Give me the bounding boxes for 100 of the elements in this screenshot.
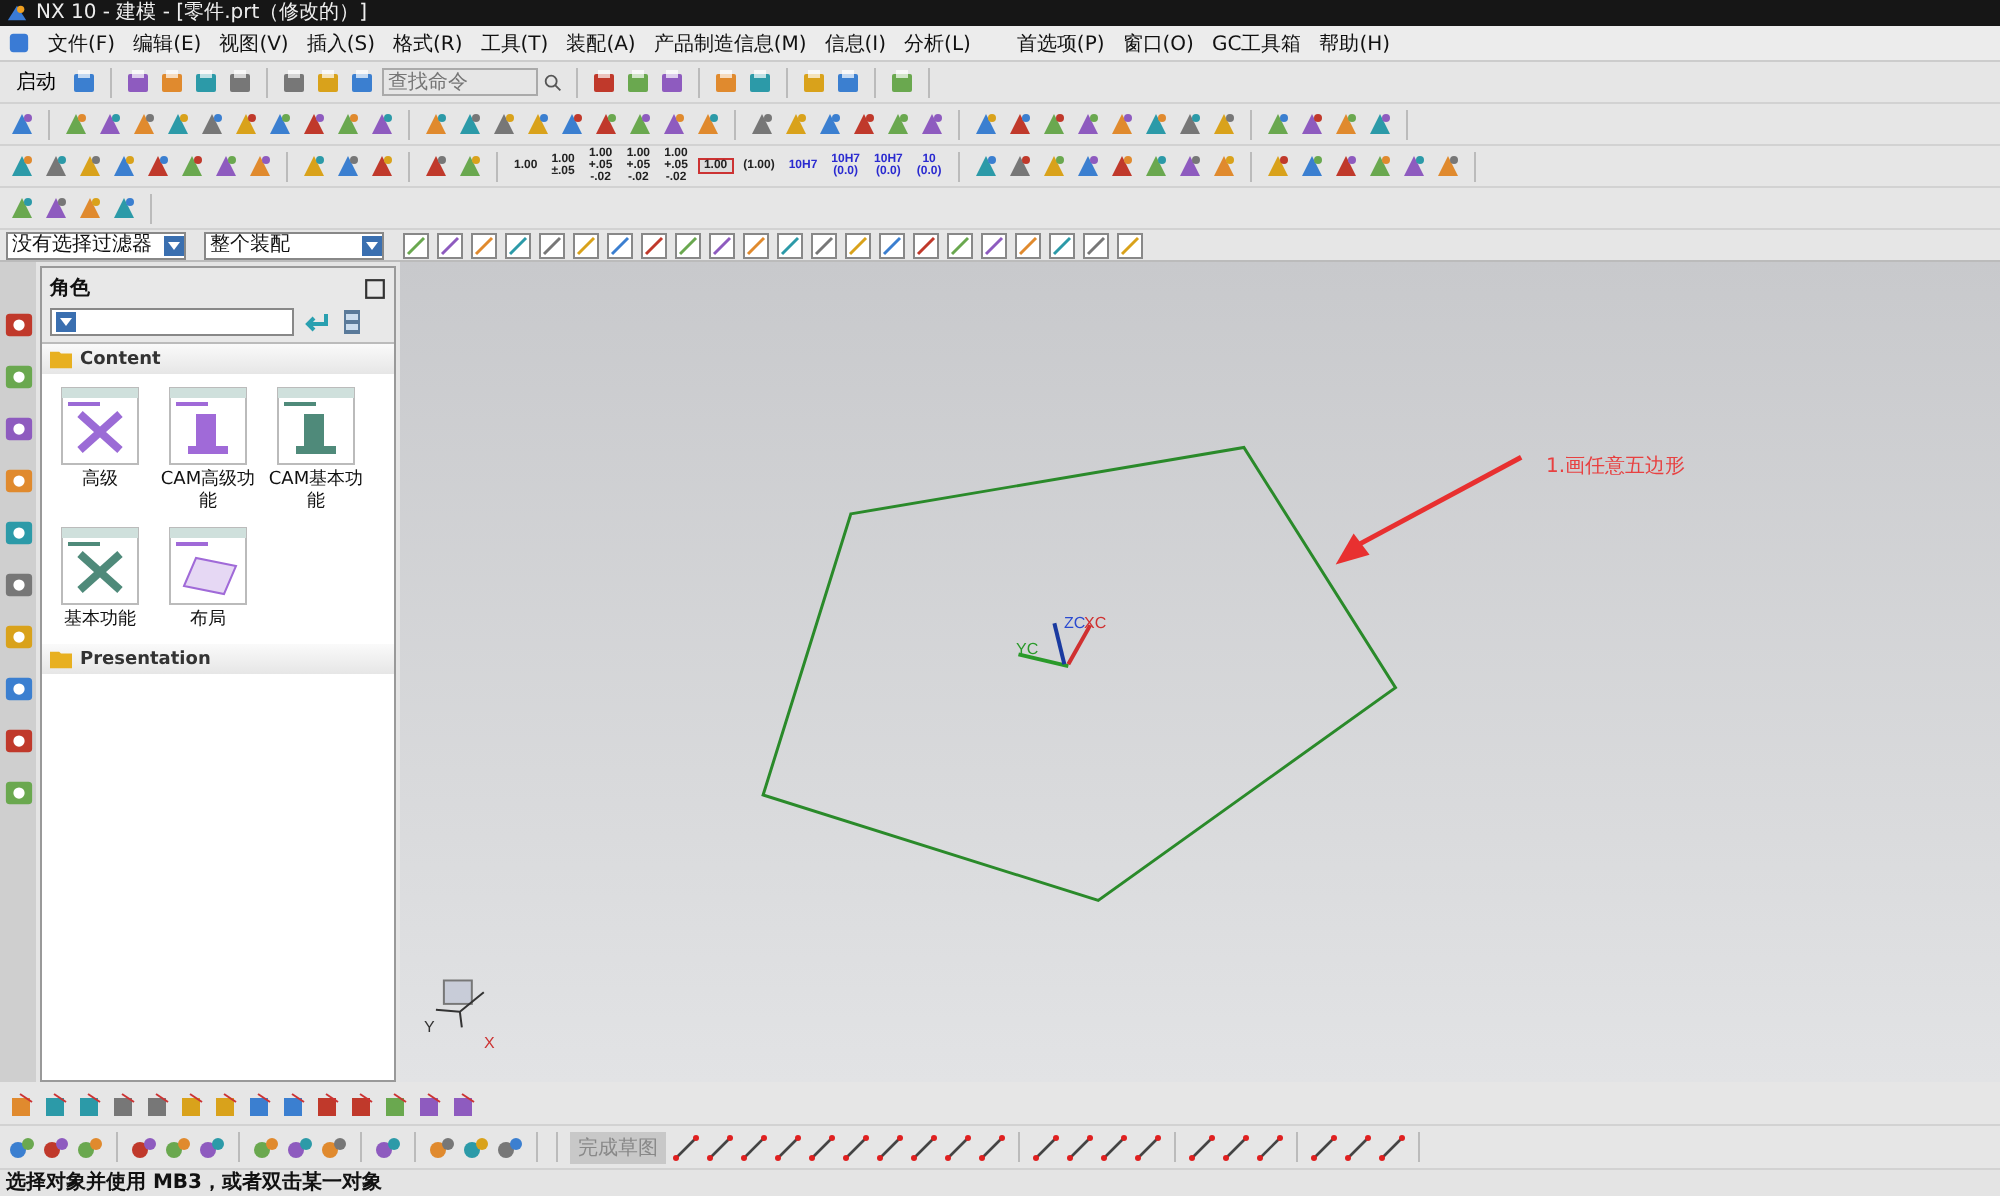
resource-tab-icon[interactable]	[3, 466, 33, 496]
tool-icon[interactable]	[8, 1133, 36, 1161]
menu-item[interactable]: 首选项(P)	[1016, 29, 1105, 57]
tool-icon[interactable]	[1040, 110, 1068, 138]
tool-icon[interactable]	[246, 152, 274, 180]
menu-item[interactable]: 窗口(O)	[1122, 29, 1194, 57]
tool-icon[interactable]	[816, 110, 844, 138]
tool-icon[interactable]	[226, 68, 254, 96]
tool-icon[interactable]	[198, 1133, 226, 1161]
tool-icon[interactable]	[124, 68, 152, 96]
sketch-tool-icon[interactable]	[1066, 1133, 1094, 1161]
sketch-tool-icon[interactable]	[978, 1133, 1006, 1161]
tool-icon[interactable]	[62, 110, 90, 138]
tool-icon[interactable]	[1264, 110, 1292, 138]
menu-item[interactable]: 文件(F)	[48, 29, 116, 57]
role-dropdown[interactable]	[50, 308, 294, 336]
tool-icon[interactable]	[246, 1089, 274, 1117]
section-header[interactable]: Content	[42, 344, 394, 374]
sketch-tool-icon[interactable]	[1134, 1133, 1162, 1161]
tool-icon[interactable]	[300, 152, 328, 180]
menu-item[interactable]: 产品制造信息(M)	[653, 29, 807, 57]
tool-icon[interactable]	[212, 152, 240, 180]
tool-icon[interactable]	[918, 110, 946, 138]
tool-icon[interactable]	[368, 152, 396, 180]
tool-icon[interactable]	[558, 110, 586, 138]
tool-icon[interactable]	[334, 152, 362, 180]
resource-tab-icon[interactable]	[3, 310, 33, 340]
snap-icon[interactable]	[606, 231, 634, 259]
tool-icon[interactable]	[8, 152, 36, 180]
tool-icon[interactable]	[1298, 110, 1326, 138]
tool-icon[interactable]	[972, 110, 1000, 138]
sketch-tool-icon[interactable]	[1222, 1133, 1250, 1161]
snap-icon[interactable]	[1082, 231, 1110, 259]
snap-icon[interactable]	[572, 231, 600, 259]
tool-icon[interactable]	[130, 1133, 158, 1161]
snap-icon[interactable]	[776, 231, 804, 259]
tool-icon[interactable]	[70, 68, 98, 96]
tool-icon[interactable]	[1176, 110, 1204, 138]
tool-icon[interactable]	[252, 1133, 280, 1161]
tool-icon[interactable]	[334, 110, 362, 138]
resource-tab-icon[interactable]	[3, 518, 33, 548]
tool-icon[interactable]	[164, 110, 192, 138]
tool-icon[interactable]	[42, 1089, 70, 1117]
resource-tab-icon[interactable]	[3, 726, 33, 756]
tool-icon[interactable]	[1433, 152, 1462, 180]
tool-icon[interactable]	[144, 152, 172, 180]
tool-icon[interactable]	[1073, 152, 1102, 180]
tool-icon[interactable]	[348, 68, 376, 96]
tool-icon[interactable]	[1366, 110, 1394, 138]
tool-icon[interactable]	[428, 1133, 456, 1161]
menu-item[interactable]: 格式(R)	[393, 29, 463, 57]
tool-icon[interactable]	[1365, 152, 1394, 180]
menu-item[interactable]: 视图(V)	[219, 29, 289, 57]
tool-icon[interactable]	[746, 68, 774, 96]
tool-icon[interactable]	[368, 110, 396, 138]
tool-icon[interactable]	[76, 152, 104, 180]
snap-icon[interactable]	[504, 231, 532, 259]
tool-icon[interactable]	[422, 152, 450, 180]
tool-icon[interactable]	[1331, 152, 1360, 180]
menu-item[interactable]: 插入(S)	[306, 29, 375, 57]
snap-icon[interactable]	[436, 231, 464, 259]
tool-icon[interactable]	[450, 1089, 478, 1117]
role-card-icon[interactable]	[168, 526, 248, 606]
tool-icon[interactable]	[232, 110, 260, 138]
tool-icon[interactable]	[524, 110, 552, 138]
menu-item[interactable]: 帮助(H)	[1319, 29, 1391, 57]
search-field[interactable]: 查找命令	[382, 68, 538, 96]
tool-icon[interactable]	[144, 1089, 172, 1117]
tool-icon[interactable]	[1142, 110, 1170, 138]
tool-icon[interactable]	[748, 110, 776, 138]
tool-icon[interactable]	[130, 110, 158, 138]
snap-icon[interactable]	[640, 231, 668, 259]
tool-icon[interactable]	[1039, 152, 1068, 180]
tool-icon[interactable]	[348, 1089, 376, 1117]
snap-icon[interactable]	[708, 231, 736, 259]
resource-tab-icon[interactable]	[3, 622, 33, 652]
snap-icon[interactable]	[810, 231, 838, 259]
tool-icon[interactable]	[8, 1089, 36, 1117]
tool-icon[interactable]	[314, 68, 342, 96]
tool-icon[interactable]	[422, 110, 450, 138]
tool-icon[interactable]	[712, 68, 740, 96]
menu-item[interactable]: 信息(I)	[824, 29, 887, 57]
snap-icon[interactable]	[1116, 231, 1144, 259]
sketch-tool-icon[interactable]	[1378, 1133, 1406, 1161]
menu-item[interactable]: 工具(T)	[480, 29, 549, 57]
snap-icon[interactable]	[1048, 231, 1076, 259]
tool-icon[interactable]	[1209, 152, 1238, 180]
tool-icon[interactable]	[42, 1133, 70, 1161]
tool-icon[interactable]	[850, 110, 878, 138]
sketch-tool-icon[interactable]	[1100, 1133, 1128, 1161]
snap-icon[interactable]	[402, 231, 430, 259]
sketch-tool-icon[interactable]	[706, 1133, 734, 1161]
snap-icon[interactable]	[980, 231, 1008, 259]
tool-icon[interactable]	[76, 194, 104, 222]
tool-icon[interactable]	[300, 110, 328, 138]
snap-icon[interactable]	[878, 231, 906, 259]
tool-icon[interactable]	[660, 110, 688, 138]
resource-tab-icon[interactable]	[3, 362, 33, 392]
tool-icon[interactable]	[1108, 110, 1136, 138]
tool-icon[interactable]	[280, 1089, 308, 1117]
